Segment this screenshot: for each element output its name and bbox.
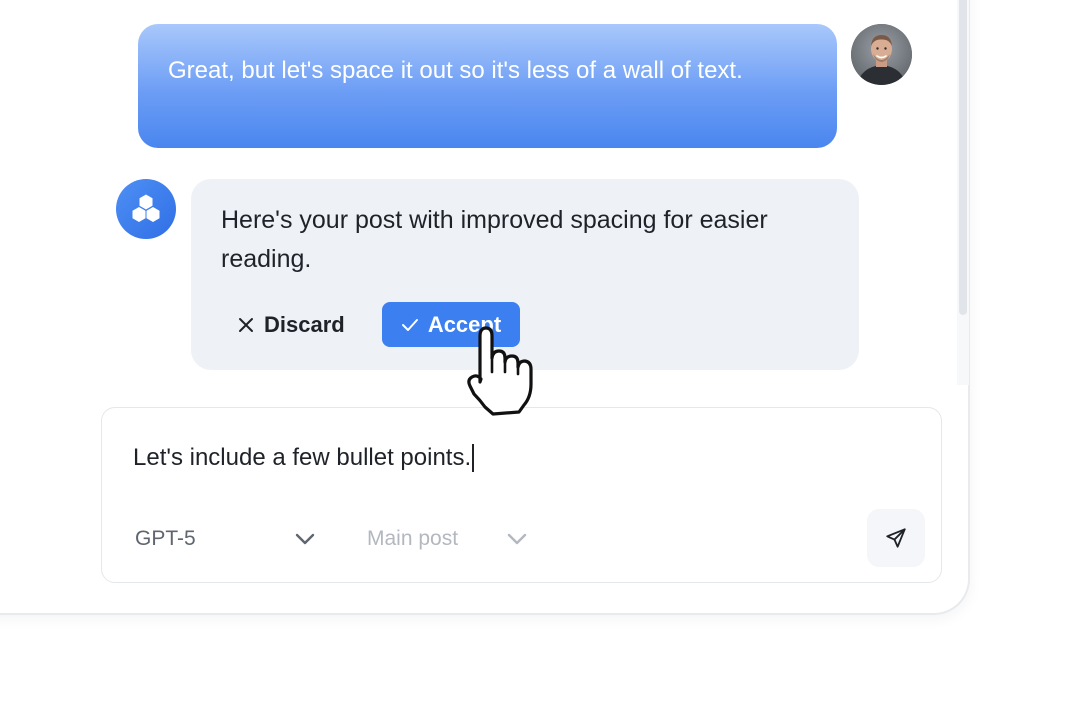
message-input-value: Let's include a few bullet points. (133, 444, 472, 471)
target-dropdown-placeholder: Main post (367, 527, 459, 550)
target-dropdown[interactable]: Main post (367, 523, 527, 555)
user-message-bubble: Great, but let's space it out so it's le… (138, 24, 837, 148)
model-dropdown[interactable]: GPT-5 (135, 523, 315, 555)
chat-screen: Great, but let's space it out so it's le… (0, 0, 1082, 705)
model-dropdown-value: GPT-5 (135, 527, 196, 550)
close-icon (239, 318, 253, 332)
discard-button-label: Discard (264, 312, 345, 337)
checkmark-icon (401, 318, 418, 331)
scrollbar[interactable] (957, 0, 969, 385)
accept-button[interactable]: Accept (382, 302, 520, 347)
message-composer: Let's include a few bullet points. GPT-5… (101, 407, 942, 583)
user-message-text: Great, but let's space it out so it's le… (168, 57, 743, 84)
chevron-down-icon (295, 533, 315, 545)
user-photo-avatar-icon (851, 24, 912, 85)
assistant-message-bubble: Here's your post with improved spacing f… (191, 179, 859, 370)
hexagon-cluster-logo-icon (132, 194, 160, 222)
assistant-message-text: Here's your post with improved spacing f… (221, 206, 768, 273)
user-avatar (851, 24, 912, 85)
chevron-down-icon (507, 533, 527, 545)
assistant-avatar (116, 179, 176, 239)
text-caret (472, 444, 475, 472)
discard-button[interactable]: Discard (238, 305, 345, 345)
paper-plane-icon (886, 528, 906, 548)
accept-button-label: Accept (427, 311, 502, 337)
scrollbar-thumb[interactable] (959, 0, 967, 315)
send-button[interactable] (867, 509, 925, 567)
message-input[interactable]: Let's include a few bullet points. (133, 441, 833, 475)
